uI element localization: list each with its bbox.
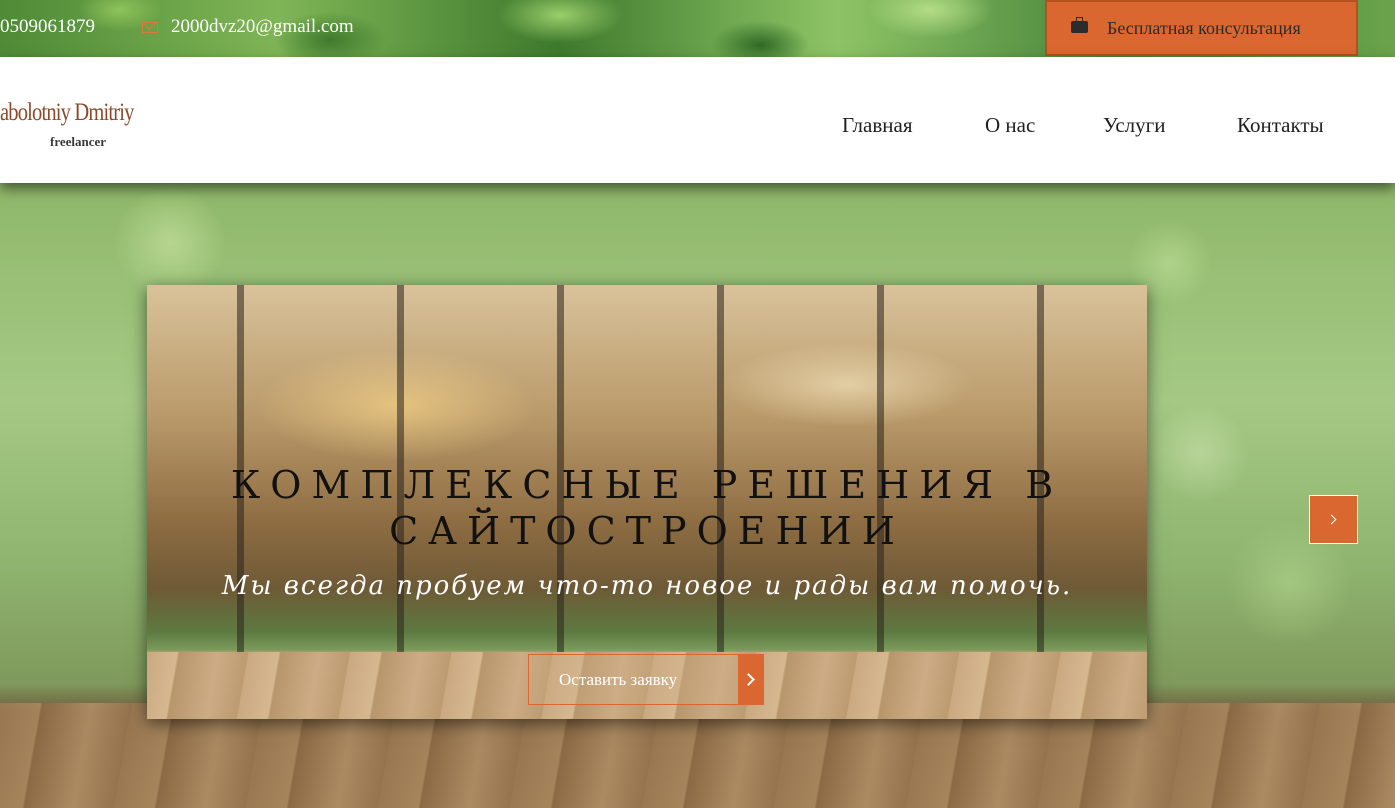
nav-item-home[interactable]: Главная	[842, 113, 913, 138]
leave-request-button[interactable]: Оставить заявку	[528, 654, 764, 705]
phone-number[interactable]: 0509061879	[0, 16, 95, 38]
chevron-right-icon	[742, 673, 755, 686]
top-bar: 0509061879 2000dvz20@gmail.com Бесплатна…	[0, 0, 1395, 57]
nav-item-about[interactable]: О нас	[985, 113, 1035, 138]
briefcase-icon	[1071, 17, 1088, 33]
free-consultation-label: Бесплатная консультация	[1107, 18, 1301, 38]
chevron-right-icon	[1326, 514, 1337, 525]
site-header: abolotniy Dmitriy freelancer Главная О н…	[0, 57, 1395, 183]
email-link[interactable]: 2000dvz20@gmail.com	[171, 16, 354, 38]
nav-item-services[interactable]: Услуги	[1103, 113, 1166, 138]
leave-request-arrow	[738, 655, 763, 704]
slide-title: Комплексные решения в сайтостроении	[230, 463, 1064, 553]
logo-subtitle: freelancer	[50, 134, 107, 149]
leave-request-label: Оставить заявку	[559, 670, 678, 689]
mail-icon	[142, 22, 158, 33]
slide-subtitle: Мы всегда пробуем что-то новое и рады ва…	[221, 571, 1073, 601]
slider-next-button[interactable]	[1309, 495, 1358, 544]
hero-slide: Комплексные решения в сайтостроении Мы в…	[147, 285, 1147, 719]
free-consultation-button[interactable]: Бесплатная консультация	[1045, 0, 1358, 56]
logo-name[interactable]: abolotniy Dmitriy	[0, 99, 134, 127]
nav-item-contacts[interactable]: Контакты	[1237, 113, 1324, 138]
